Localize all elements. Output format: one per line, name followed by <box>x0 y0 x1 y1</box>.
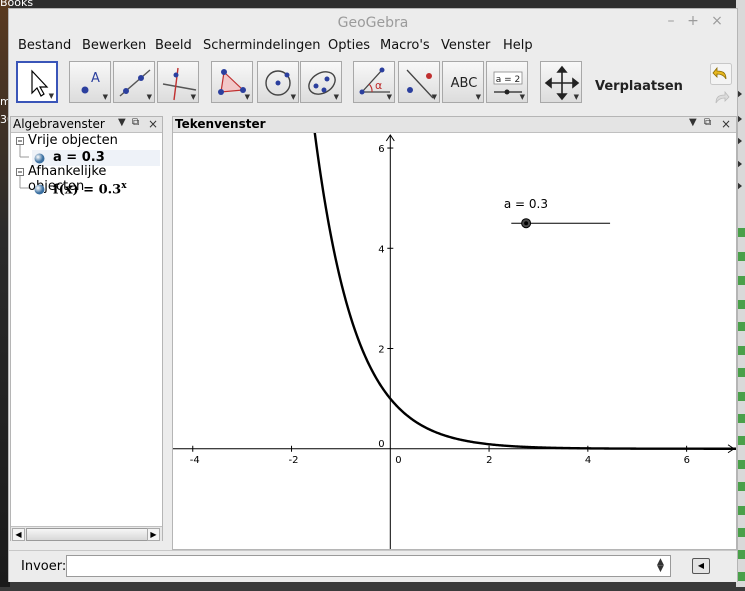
point-tool-button[interactable]: A ▼ <box>69 61 111 103</box>
move-view-tool-button[interactable]: ▼ <box>540 61 582 103</box>
menu-schermindelingen[interactable]: Schermindelingen <box>203 38 320 53</box>
x-tick-label: 4 <box>585 455 591 466</box>
line-tool-button[interactable]: ▼ <box>113 61 155 103</box>
menu-bestand[interactable]: Bestand <box>18 38 71 53</box>
toolbar: ▼ A ▼ ▼ ▼ ▼ ▼ ▼ α ▼ ▼ ABC ▼ a = 2 ▼ ▼ Ve… <box>9 57 737 115</box>
graphics-view-header: Tekenvenster ▼ ⧉ × <box>173 117 736 133</box>
svg-text:α: α <box>375 79 382 92</box>
minimize-button[interactable]: – <box>663 13 679 29</box>
panel-close-icon[interactable]: × <box>721 117 731 131</box>
input-label: Invoer: <box>21 559 67 574</box>
scroll-thumb[interactable] <box>26 528 149 541</box>
scroll-right-icon[interactable]: ▶ <box>147 528 160 541</box>
reflect-tool-button[interactable]: ▼ <box>398 61 440 103</box>
maximize-button[interactable]: + <box>685 13 701 29</box>
undock-icon[interactable]: ⧉ <box>132 117 139 128</box>
graphics-view-title: Tekenvenster <box>175 117 266 131</box>
menu-macros[interactable]: Macro's <box>380 38 430 53</box>
desktop-background-top <box>0 0 745 8</box>
input-history-stepper[interactable]: ▲ ▼ <box>657 558 664 574</box>
slider-tool-button[interactable]: a = 2 ▼ <box>486 61 528 103</box>
perpendicular-tool-button[interactable]: ▼ <box>157 61 199 103</box>
function-exponent: x <box>121 181 127 191</box>
slider-a[interactable]: a = 0.3 <box>504 197 611 229</box>
geogebra-window: GeoGebra – + × Bestand Bewerken Beeld Sc… <box>8 8 738 582</box>
y-tick-label: 4 <box>378 244 384 255</box>
dependent-object-label: f(x) = 0.3x <box>53 181 127 197</box>
undo-icon <box>710 63 732 85</box>
svg-text:a = 2: a = 2 <box>496 75 521 85</box>
x-tick-label: 2 <box>486 455 492 466</box>
visibility-ball-icon[interactable] <box>34 184 45 195</box>
polygon-tool-button[interactable]: ▼ <box>211 61 253 103</box>
function-expression: f(x) = 0.3 <box>53 182 122 198</box>
circle-tool-button[interactable]: ▼ <box>257 61 299 103</box>
move-tool-button[interactable]: ▼ <box>16 61 58 103</box>
x-tick-label: -4 <box>190 455 200 466</box>
svg-text:ABC: ABC <box>451 76 478 91</box>
panel-menu-icon[interactable]: ▼ <box>118 117 126 128</box>
text-tool-button[interactable]: ABC ▼ <box>442 61 484 103</box>
menu-beeld[interactable]: Beeld <box>155 38 192 53</box>
y-tick-label: 2 <box>378 345 384 356</box>
graphics-view[interactable]: Tekenvenster ▼ ⧉ × -4 -2 0 2 4 6 0 2 4 6 a = 0.3 <box>172 116 737 550</box>
y-tick-label: 0 <box>378 439 384 450</box>
function-graph-f[interactable] <box>309 133 736 450</box>
menu-bar: Bestand Bewerken Beeld Schermindelingen … <box>9 37 737 57</box>
algebra-view-title: Algebravenster <box>13 117 105 131</box>
axis-ticks: -4 -2 0 2 4 6 0 2 4 6 <box>190 144 690 466</box>
input-bar: Invoer: ▲ ▼ ◀ <box>9 550 737 582</box>
panel-close-icon[interactable]: × <box>148 117 158 131</box>
active-tool-name: Verplaatsen <box>595 79 683 94</box>
visibility-ball-icon[interactable] <box>34 153 45 164</box>
conic-tool-button[interactable]: ▼ <box>300 61 342 103</box>
angle-tool-button[interactable]: α ▼ <box>353 61 395 103</box>
panel-menu-icon[interactable]: ▼ <box>689 117 697 128</box>
window-title: GeoGebra <box>337 15 409 31</box>
x-tick-label: -2 <box>289 455 299 466</box>
redo-button[interactable] <box>710 87 732 109</box>
axes <box>173 134 735 549</box>
svg-text:A: A <box>91 71 100 86</box>
free-object-label: a = 0.3 <box>53 150 105 165</box>
close-button[interactable]: × <box>709 13 725 29</box>
algebra-view-header: Algebravenster ▼ ⧉ × <box>11 117 162 133</box>
title-bar[interactable]: GeoGebra – + × <box>9 9 737 37</box>
menu-opties[interactable]: Opties <box>328 38 370 53</box>
free-objects-group[interactable]: Vrije objecten <box>28 133 118 148</box>
slider-label: a = 0.3 <box>504 197 548 211</box>
x-tick-label: 0 <box>395 455 401 466</box>
algebra-view: Algebravenster ▼ ⧉ × Vrije objecten a = … <box>10 116 163 541</box>
list-item-f[interactable]: f(x) = 0.3x <box>32 181 160 199</box>
algebra-horizontal-scrollbar[interactable]: ◀ ▶ <box>11 526 162 541</box>
coordinate-plane[interactable]: -4 -2 0 2 4 6 0 2 4 6 a = 0.3 <box>173 133 736 549</box>
x-tick-label: 6 <box>684 455 690 466</box>
input-field[interactable] <box>66 555 671 577</box>
y-tick-label: 6 <box>378 144 384 155</box>
undo-button[interactable] <box>710 63 732 85</box>
menu-help[interactable]: Help <box>503 38 533 53</box>
redo-icon <box>715 90 730 104</box>
menu-venster[interactable]: Venster <box>441 38 490 53</box>
undock-icon[interactable]: ⧉ <box>704 117 711 128</box>
menu-bewerken[interactable]: Bewerken <box>82 38 146 53</box>
scroll-left-icon[interactable]: ◀ <box>12 528 25 541</box>
slider-thumb-center <box>524 221 529 226</box>
keyboard-toggle-icon[interactable]: ◀ <box>692 558 710 574</box>
